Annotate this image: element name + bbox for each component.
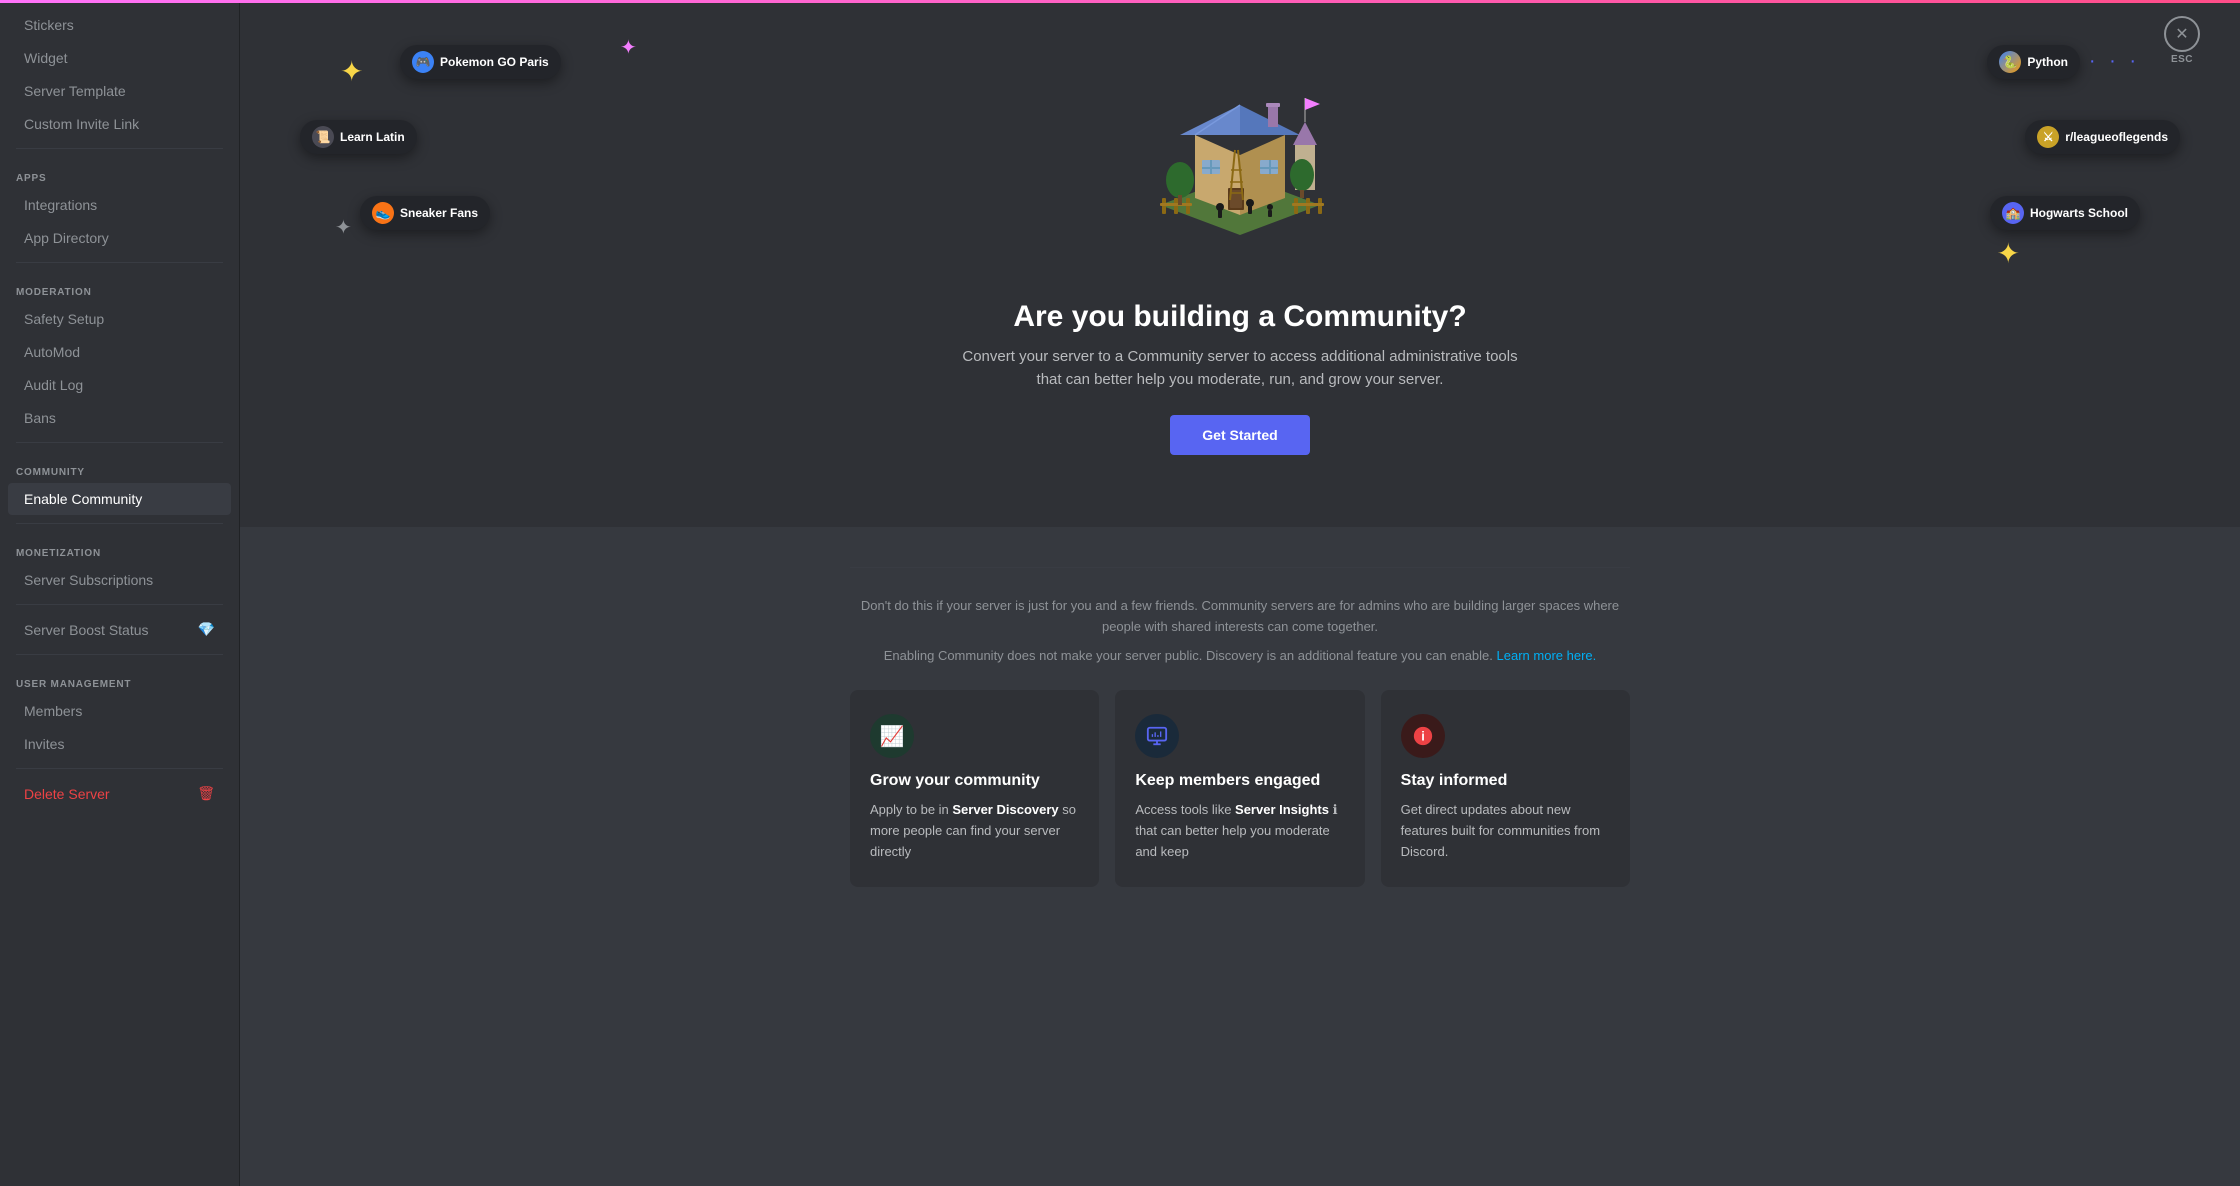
main-content: ✕ ESC ✦ ✦ ✦ ✦ · · · 🎮 Pokemon GO Paris 🐍…	[240, 0, 2240, 1186]
sidebar-item-members[interactable]: Members	[8, 695, 231, 727]
sidebar-section-user-management: USER MANAGEMENT Members Invites	[0, 663, 239, 760]
delete-icon: 🗑	[197, 785, 215, 802]
sidebar-divider-7	[16, 768, 223, 769]
get-started-button[interactable]: Get Started	[1170, 415, 1309, 455]
badge-pokemon-icon: 🎮	[412, 51, 434, 73]
sidebar-item-bans[interactable]: Bans	[8, 402, 231, 434]
hero-title: Are you building a Community?	[300, 300, 2180, 334]
disclaimer-text-2: Enabling Community does not make your se…	[850, 646, 1630, 667]
hero-illustration: ✦ ✦ ✦ ✦ · · · 🎮 Pokemon GO Paris 🐍 Pytho…	[240, 0, 2240, 300]
badge-league: ⚔ r/leagueoflegends	[2025, 120, 2180, 154]
sidebar-item-stickers[interactable]: Stickers	[8, 9, 231, 41]
sidebar-item-app-directory[interactable]: App Directory	[8, 222, 231, 254]
learn-more-link[interactable]: Learn more here.	[1497, 648, 1597, 663]
sidebar-divider-3	[16, 442, 223, 443]
disclaimer-text-1: Don't do this if your server is just for…	[850, 596, 1630, 638]
feature-card-informed: i Stay informed Get direct updates about…	[1381, 690, 1630, 886]
sidebar-item-automod[interactable]: AutoMod	[8, 336, 231, 368]
badge-hogwarts-icon: 🏫	[2002, 202, 2024, 224]
sidebar-item-audit-log[interactable]: Audit Log	[8, 369, 231, 401]
sidebar-item-safety-setup[interactable]: Safety Setup	[8, 303, 231, 335]
sidebar-section-danger: Delete Server 🗑	[0, 777, 239, 810]
badge-league-label: r/leagueoflegends	[2065, 130, 2168, 144]
sidebar-item-custom-invite-link[interactable]: Custom Invite Link	[8, 108, 231, 140]
hero-text-area: Are you building a Community? Convert yo…	[240, 300, 2240, 527]
feature-title-engage: Keep members engaged	[1135, 772, 1344, 790]
badge-hogwarts: 🏫 Hogwarts School	[1990, 196, 2140, 230]
badge-hogwarts-label: Hogwarts School	[2030, 206, 2128, 220]
sidebar-section-boost: Server Boost Status 💎	[0, 613, 239, 646]
sidebar-section-label-apps: APPS	[0, 157, 239, 188]
sidebar-section-label-community: COMMUNITY	[0, 451, 239, 482]
dots-1: · · ·	[2089, 50, 2140, 73]
badge-latin: 📜 Learn Latin	[300, 120, 417, 154]
sidebar-item-widget[interactable]: Widget	[8, 42, 231, 74]
svg-text:i: i	[1421, 729, 1425, 744]
feature-icon-informed: i	[1401, 714, 1445, 758]
boost-icon: 💎	[198, 621, 215, 638]
sidebar-divider-5	[16, 604, 223, 605]
sidebar-section-label-monetization: MONETIZATION	[0, 532, 239, 563]
sidebar-divider-1	[16, 148, 223, 149]
feature-desc-engage: Access tools like Server Insights ℹ that…	[1135, 800, 1344, 862]
sidebar-divider-4	[16, 523, 223, 524]
badge-pokemon-label: Pokemon GO Paris	[440, 55, 549, 69]
badge-latin-label: Learn Latin	[340, 130, 405, 144]
sidebar-item-enable-community[interactable]: Enable Community	[8, 483, 231, 515]
badge-python-icon: 🐍	[1999, 51, 2021, 73]
content-body: Don't do this if your server is just for…	[790, 527, 1690, 927]
badge-sneaker-icon: 👟	[372, 202, 394, 224]
sidebar-item-server-template[interactable]: Server Template	[8, 75, 231, 107]
sidebar-item-integrations[interactable]: Integrations	[8, 189, 231, 221]
badge-sneaker-label: Sneaker Fans	[400, 206, 478, 220]
sidebar-section-label-user-management: USER MANAGEMENT	[0, 663, 239, 694]
sidebar-section-moderation: MODERATION Safety Setup AutoMod Audit Lo…	[0, 271, 239, 434]
feature-desc-grow: Apply to be in Server Discovery so more …	[870, 800, 1079, 862]
feature-desc-informed: Get direct updates about new features bu…	[1401, 800, 1610, 862]
badge-python-label: Python	[2027, 55, 2068, 69]
star-pink-1: ✦	[620, 35, 637, 60]
sidebar-item-server-boost-status[interactable]: Server Boost Status 💎	[8, 613, 231, 646]
star-yellow-1: ✦	[340, 55, 363, 88]
sidebar-item-delete-server[interactable]: Delete Server 🗑	[8, 777, 231, 810]
content-divider	[850, 567, 1630, 568]
badge-pokemon: 🎮 Pokemon GO Paris	[400, 45, 561, 79]
sidebar-section-community: COMMUNITY Enable Community	[0, 451, 239, 515]
iso-house-illustration	[1130, 50, 1350, 250]
sidebar-section-label-moderation: MODERATION	[0, 271, 239, 302]
feature-card-engage: Keep members engaged Access tools like S…	[1115, 690, 1364, 886]
sidebar-section-apps: APPS Integrations App Directory	[0, 157, 239, 254]
sidebar-section-monetization: MONETIZATION Server Subscriptions	[0, 532, 239, 596]
feature-icon-engage	[1135, 714, 1179, 758]
hero-section: ✕ ESC ✦ ✦ ✦ ✦ · · · 🎮 Pokemon GO Paris 🐍…	[240, 0, 2240, 527]
badge-latin-icon: 📜	[312, 126, 334, 148]
feature-icon-grow: 📈	[870, 714, 914, 758]
top-accent-bar	[0, 0, 2240, 3]
star-yellow-2: ✦	[1997, 237, 2020, 270]
badge-sneaker: 👟 Sneaker Fans	[360, 196, 490, 230]
feature-title-grow: Grow your community	[870, 772, 1079, 790]
sidebar-divider-2	[16, 262, 223, 263]
sidebar-section-top: Stickers Widget Server Template Custom I…	[0, 9, 239, 140]
hero-subtitle: Convert your server to a Community serve…	[960, 346, 1520, 391]
feature-cards: 📈 Grow your community Apply to be in Ser…	[850, 690, 1630, 886]
sidebar: Stickers Widget Server Template Custom I…	[0, 0, 240, 1186]
badge-league-icon: ⚔	[2037, 126, 2059, 148]
feature-title-informed: Stay informed	[1401, 772, 1610, 790]
feature-card-grow: 📈 Grow your community Apply to be in Ser…	[850, 690, 1099, 886]
sidebar-divider-6	[16, 654, 223, 655]
sidebar-item-server-subscriptions[interactable]: Server Subscriptions	[8, 564, 231, 596]
sidebar-item-invites[interactable]: Invites	[8, 728, 231, 760]
cross-icon-1: ✦	[335, 215, 352, 240]
badge-python: 🐍 Python	[1987, 45, 2080, 79]
